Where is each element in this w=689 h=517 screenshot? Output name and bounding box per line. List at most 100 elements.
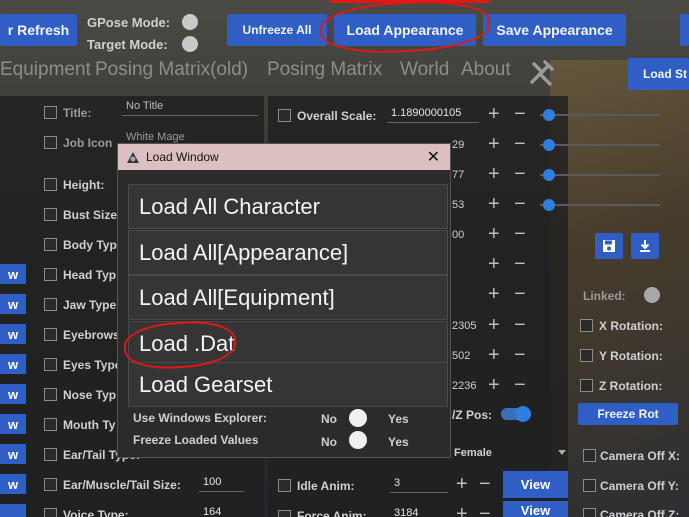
view-button-eyes[interactable]: w — [0, 354, 26, 374]
value4-minus-button[interactable]: − — [514, 224, 526, 244]
idle-minus-button[interactable]: − — [479, 474, 491, 494]
value4-plus-button[interactable]: + — [488, 224, 500, 244]
force-view-button[interactable]: View — [503, 501, 568, 517]
value5-minus-button[interactable]: − — [514, 254, 526, 274]
body-checkbox[interactable] — [44, 238, 57, 251]
dialog-titlebar[interactable]: Load Window ✕ — [118, 144, 450, 170]
camera-y-checkbox[interactable] — [583, 479, 596, 492]
y-rotation-checkbox[interactable] — [580, 349, 593, 362]
unfreeze-all-button[interactable]: Unfreeze All — [227, 14, 327, 46]
tab-about[interactable]: About — [461, 59, 511, 81]
scale-z-slider[interactable] — [540, 204, 660, 206]
overall-scale-checkbox[interactable] — [278, 109, 291, 122]
view-button-eyebrows[interactable]: w — [0, 324, 26, 344]
freeze-rotation-button[interactable]: Freeze Rot — [578, 403, 678, 425]
scale-y-minus-button[interactable]: − — [514, 164, 526, 184]
idle-view-button[interactable]: View — [503, 471, 568, 498]
force-anim-checkbox[interactable] — [278, 510, 291, 517]
pos-x-plus-button[interactable]: + — [488, 315, 500, 335]
scale-x-plus-button[interactable]: + — [488, 134, 500, 154]
freeze-loaded-toggle[interactable] — [349, 431, 367, 449]
linked-toggle[interactable] — [644, 287, 660, 303]
jobicon-checkbox[interactable] — [44, 136, 57, 149]
view-button-jaw[interactable]: w — [0, 294, 26, 314]
target-mode-toggle[interactable] — [182, 36, 198, 52]
load-st-button[interactable]: Load St — [628, 58, 689, 90]
jaw-checkbox[interactable] — [44, 298, 57, 311]
nose-checkbox[interactable] — [44, 388, 57, 401]
overall-slider[interactable] — [540, 114, 660, 116]
pos-z-minus-button[interactable]: − — [514, 375, 526, 395]
camera-z-checkbox[interactable] — [583, 508, 596, 517]
tab-equipment[interactable]: Equipment — [0, 59, 91, 81]
voice-input[interactable]: 164 — [199, 506, 244, 517]
overall-plus-button[interactable]: + — [488, 104, 500, 124]
scale-z-slider-knob[interactable] — [543, 199, 555, 211]
gpose-mode-toggle[interactable] — [182, 14, 198, 30]
value5-plus-button[interactable]: + — [488, 254, 500, 274]
view-button-ear-size[interactable]: w — [0, 474, 26, 494]
pos-y-plus-button[interactable]: + — [488, 345, 500, 365]
value6-minus-button[interactable]: − — [514, 284, 526, 304]
load-all-equipment-button[interactable]: Load All[Equipment] — [128, 275, 448, 320]
overall-minus-button[interactable]: − — [514, 104, 526, 124]
view-button-mouth[interactable]: w — [0, 414, 26, 434]
yz-pos-toggle[interactable] — [501, 406, 531, 422]
extra-top-button[interactable] — [680, 14, 689, 46]
scale-y-plus-button[interactable]: + — [488, 164, 500, 184]
overall-slider-knob[interactable] — [543, 109, 555, 121]
scale-x-minus-button[interactable]: − — [514, 134, 526, 154]
title-select[interactable]: No Title — [122, 100, 258, 116]
pos-z-plus-button[interactable]: + — [488, 375, 500, 395]
view-button-head[interactable]: w — [0, 264, 26, 284]
idle-anim-input[interactable]: 3 — [390, 477, 448, 493]
tab-posing-matrix-old[interactable]: Posing Matrix(old) — [95, 59, 248, 81]
view-button-ear-tail[interactable]: w — [0, 444, 26, 464]
ear-size-input[interactable]: 100 — [199, 476, 244, 492]
mouth-checkbox[interactable] — [44, 418, 57, 431]
idle-anim-checkbox[interactable] — [278, 479, 291, 492]
pos-y-minus-button[interactable]: − — [514, 345, 526, 365]
close-icon[interactable]: ✕ — [427, 147, 440, 167]
force-anim-input[interactable]: 3184 — [390, 507, 448, 517]
eyes-checkbox[interactable] — [44, 358, 57, 371]
download-icon[interactable] — [631, 233, 659, 259]
value6-plus-button[interactable]: + — [488, 284, 500, 304]
scale-x-slider-knob[interactable] — [543, 139, 555, 151]
x-rotation-checkbox[interactable] — [580, 319, 593, 332]
linked-label: Linked: — [583, 289, 626, 303]
tools-icon[interactable] — [528, 58, 558, 86]
scale-x-slider[interactable] — [540, 144, 660, 146]
scale-z-plus-button[interactable]: + — [488, 194, 500, 214]
camera-x-checkbox[interactable] — [583, 449, 596, 462]
windows-explorer-toggle[interactable] — [349, 409, 367, 427]
voice-checkbox[interactable] — [44, 508, 57, 517]
load-all-appearance-button[interactable]: Load All[Appearance] — [128, 230, 448, 275]
force-plus-button[interactable]: + — [456, 504, 468, 517]
ear-tail-checkbox[interactable] — [44, 448, 57, 461]
gender-chevron-icon[interactable] — [558, 450, 566, 455]
overall-scale-input[interactable]: 1.1890000105 — [387, 107, 479, 123]
idle-plus-button[interactable]: + — [456, 474, 468, 494]
refresh-button[interactable]: r Refresh — [0, 14, 77, 46]
pos-x-minus-button[interactable]: − — [514, 315, 526, 335]
title-checkbox[interactable] — [44, 106, 57, 119]
head-checkbox[interactable] — [44, 268, 57, 281]
view-button-voice[interactable] — [0, 504, 26, 517]
scale-y-slider[interactable] — [540, 174, 660, 176]
load-gearset-button[interactable]: Load Gearset — [128, 362, 448, 407]
save-icon[interactable] — [595, 233, 623, 259]
z-rotation-checkbox[interactable] — [580, 379, 593, 392]
scale-y-slider-knob[interactable] — [543, 169, 555, 181]
view-button-nose[interactable]: w — [0, 384, 26, 404]
bust-checkbox[interactable] — [44, 208, 57, 221]
eyebrows-checkbox[interactable] — [44, 328, 57, 341]
height-checkbox[interactable] — [44, 178, 57, 191]
load-all-character-button[interactable]: Load All Character — [128, 184, 448, 229]
tab-posing-matrix[interactable]: Posing Matrix — [267, 59, 382, 81]
ear-size-checkbox[interactable] — [44, 478, 57, 491]
save-appearance-button[interactable]: Save Appearance — [483, 14, 626, 46]
force-minus-button[interactable]: − — [479, 504, 491, 517]
scale-z-minus-button[interactable]: − — [514, 194, 526, 214]
tab-world[interactable]: World — [400, 59, 449, 81]
